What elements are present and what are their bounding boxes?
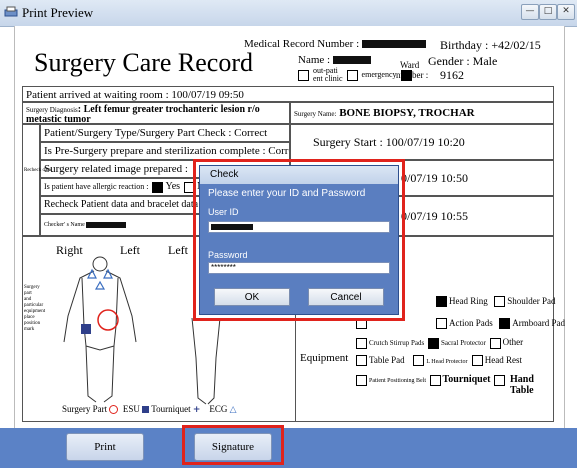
- allergy-label: Is patient have allergic reaction :: [44, 182, 149, 191]
- ward-label: Ward: [400, 60, 420, 70]
- arrival-row: Patient arrived at waiting room : 100/07…: [22, 86, 554, 102]
- prep-row: Is Pre-Surgery prepare and sterilization…: [40, 142, 290, 160]
- surgery-part-small-label: Surgery part and particular equipment pl…: [24, 285, 46, 332]
- maximize-button[interactable]: □: [539, 4, 557, 20]
- check-dialog: Check Please enter your ID and Password …: [199, 165, 399, 315]
- body-side-figure: [191, 318, 221, 405]
- eq-row1: Head Ring Shoulder Pad: [434, 296, 556, 308]
- gender-value: : Male: [466, 54, 498, 68]
- other-checkbox[interactable]: [489, 337, 501, 349]
- diagram-legend: Surgery Part ESU Tourniquet + ECG △: [62, 404, 237, 415]
- name-label: Name :: [298, 54, 331, 66]
- outpatient-label: out-pati ent clinic: [313, 66, 343, 83]
- table-pad-checkbox[interactable]: [356, 355, 367, 367]
- print-button[interactable]: Print: [66, 433, 144, 461]
- password-input[interactable]: ********: [208, 262, 390, 274]
- window-title: Print Preview: [22, 5, 94, 20]
- name-field: Name :: [298, 54, 371, 66]
- legend-part-icon: [109, 405, 119, 415]
- surgery-start-cell: Surgery Start : 100/07/19 10:20: [290, 124, 554, 160]
- recheck-small-label: Recheck data: [24, 168, 51, 173]
- legend-tourniquet-label: Tourniquet: [151, 404, 191, 414]
- tourniquet-label: Tourniquet: [442, 374, 491, 385]
- dialog-message: Please enter your ID and Password: [208, 188, 366, 199]
- check-type-row: Patient/Surgery Type/Surgery Part Check …: [40, 124, 290, 142]
- surgery-name-label: Surgery Name:: [294, 110, 337, 118]
- head-rest-checkbox[interactable]: [471, 355, 483, 367]
- allergy-yes-label: Yes: [165, 181, 181, 192]
- cancel-button[interactable]: Cancel: [308, 288, 384, 306]
- name-redacted: [332, 56, 371, 65]
- user-id-label: User ID: [208, 207, 239, 217]
- outpatient-checkbox[interactable]: [298, 69, 309, 81]
- crutch-label: Crutch Stirrup Pads: [369, 339, 425, 347]
- action-pads-checkbox[interactable]: [436, 318, 447, 330]
- hand-table-label: Hand Table: [510, 374, 534, 396]
- recheck-side-cell: [22, 124, 40, 236]
- table-pad-label: Table Pad: [369, 355, 405, 365]
- crutch-checkbox[interactable]: [356, 337, 367, 349]
- legend-part-label: Surgery Part: [62, 404, 108, 414]
- hand-table-checkbox[interactable]: [494, 375, 505, 387]
- eq-row5: Patient Positioning Belt Tourniquet: [354, 374, 507, 387]
- minimize-button[interactable]: —: [521, 4, 539, 20]
- gender-label: Gender: [428, 54, 464, 68]
- checker-label: Checker' s Name: [44, 222, 85, 228]
- l-head-label: L Head Protector: [426, 359, 468, 365]
- ok-button[interactable]: OK: [214, 288, 290, 306]
- eq-row3: Crutch Stirrup Pads Sacral Protector Oth…: [354, 337, 523, 349]
- surgery-name-cell: Surgery Name: BONE BIOPSY, TROCHAR: [290, 102, 554, 124]
- signature-highlight: [182, 425, 284, 465]
- gender-field: Gender : Male: [428, 54, 497, 69]
- diagnosis-cell: Surgery Diagnosis: Left femur greater tr…: [22, 102, 290, 124]
- allergy-yes-checkbox[interactable]: [152, 181, 164, 193]
- surgery-name-value: BONE BIOPSY, TROCHAR: [339, 107, 475, 119]
- emergency-checkbox[interactable]: [346, 69, 358, 81]
- head-rest-label: Head Rest: [484, 355, 522, 365]
- action-pads-label: Action Pads: [449, 318, 493, 328]
- eq-row4: Table Pad L Head Protector Head Rest: [354, 355, 522, 367]
- armboard-pad-checkbox[interactable]: [499, 318, 511, 330]
- head-ring-checkbox[interactable]: [436, 296, 447, 308]
- legend-esu-icon: [142, 406, 150, 414]
- emergency-label: emergency: [361, 69, 397, 79]
- password-label: Password: [208, 250, 248, 260]
- body-front-figure: [63, 256, 137, 403]
- positioning-belt-checkbox[interactable]: [356, 375, 367, 387]
- close-button[interactable]: ✕: [557, 4, 575, 20]
- mrn-field: Medical Record Number :: [244, 38, 426, 50]
- mrn-redacted: [361, 40, 426, 49]
- number-value: 9162: [440, 68, 464, 82]
- birthday-label: Birthday: [440, 38, 482, 52]
- legend-ecg-icon: △: [229, 405, 237, 415]
- head-ring-label: Head Ring: [449, 296, 488, 306]
- birthday-value: : +42/02/15: [485, 38, 541, 52]
- equipment-label: Equipment: [300, 352, 349, 364]
- armboard-pad-label: Armboard Pad: [512, 318, 565, 328]
- user-id-redacted: [211, 223, 253, 230]
- window-titlebar: Print Preview — □ ✕: [0, 0, 577, 27]
- other-label: Other: [502, 337, 524, 347]
- diagnosis-label: Surgery Diagnosis: [26, 106, 78, 114]
- shoulder-pad-label: Shoulder Pad: [507, 296, 556, 306]
- sacral-checkbox[interactable]: [427, 337, 439, 349]
- print-preview-icon: [4, 6, 18, 17]
- positioning-belt-label: Patient Positioning Belt: [369, 378, 427, 384]
- legend-esu-label: ESU: [122, 404, 140, 414]
- tourniquet-checkbox[interactable]: [429, 375, 441, 387]
- checker-redacted: [86, 221, 127, 228]
- legend-tourniquet-icon: +: [192, 405, 201, 415]
- l-head-checkbox[interactable]: [413, 355, 425, 367]
- legend-ecg-label: ECG: [209, 404, 228, 414]
- shoulder-pad-checkbox[interactable]: [494, 296, 506, 308]
- eq-row2b: Action Pads Armboard Pad: [434, 318, 565, 330]
- mrn-label: Medical Record Number :: [244, 38, 360, 50]
- user-id-input[interactable]: [208, 221, 390, 233]
- diagram-left2-label: Left: [168, 243, 188, 257]
- sacral-label: Sacral Protector: [440, 339, 486, 347]
- birthday-field: Birthday : +42/02/15: [440, 38, 541, 53]
- dialog-title: Check: [200, 166, 398, 184]
- record-title: Surgery Care Record: [34, 48, 254, 77]
- number-label: number :: [396, 70, 429, 80]
